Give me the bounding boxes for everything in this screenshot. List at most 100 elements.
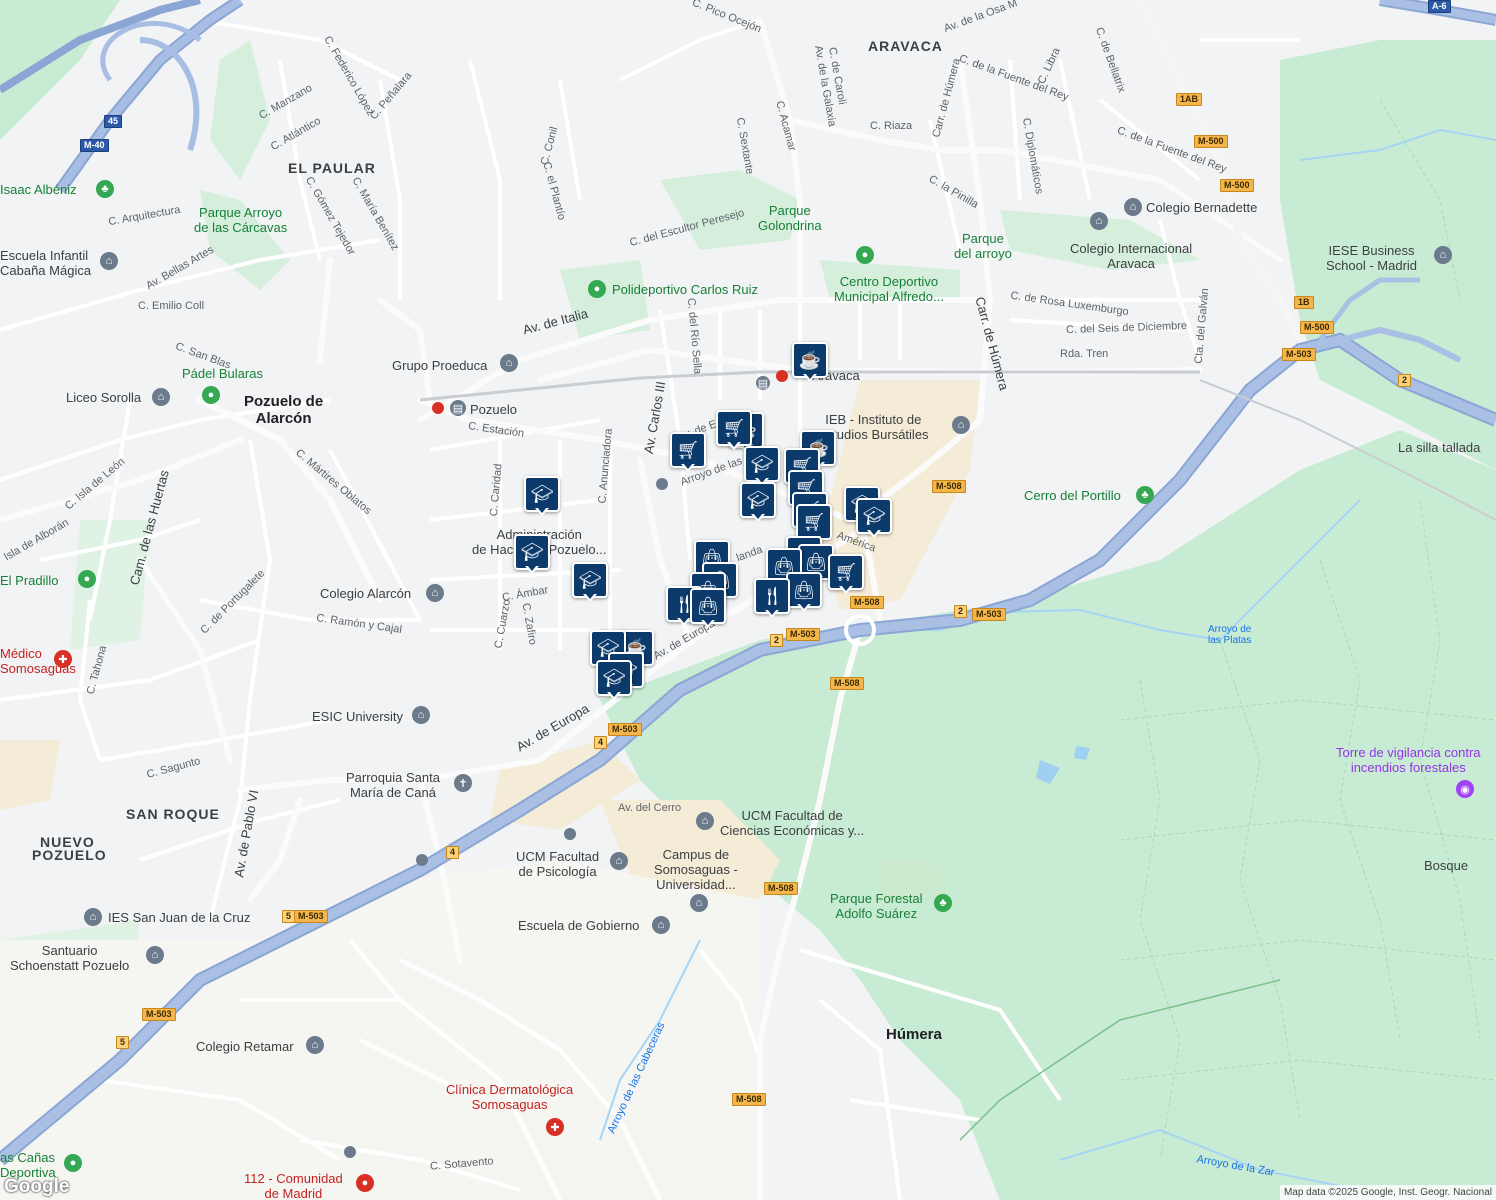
school-icon[interactable]: ⌂ — [426, 584, 444, 602]
education-marker[interactable]: 🎓︎ — [740, 482, 776, 522]
school-icon[interactable]: ⌂ — [1124, 198, 1142, 216]
hospital-icon[interactable]: ✚ — [546, 1118, 564, 1136]
road-shield: 45 — [104, 115, 123, 128]
train-station-icon[interactable] — [432, 402, 444, 414]
poi-label-clinica-dermatologica[interactable]: Clínica Dermatológica Somosaguas — [446, 1082, 573, 1112]
poi-label-ies-san-juan[interactable]: IES San Juan de la Cruz — [108, 910, 250, 925]
education-marker[interactable]: 🎓︎ — [524, 476, 560, 516]
map-attribution[interactable]: Map data ©2025 Google, Inst. Geogr. Naci… — [1279, 1185, 1496, 1200]
marker-tip — [609, 691, 619, 697]
bus-stop-icon[interactable] — [564, 828, 576, 840]
poi-label-colegio-bernadette[interactable]: Colegio Bernadette — [1146, 200, 1257, 215]
poi-label-112[interactable]: 112 - Comunidad de Madrid — [244, 1171, 343, 1200]
poi-line: María de Caná — [349, 785, 436, 800]
marker-tip — [753, 513, 763, 519]
poi-label-silla-tallada[interactable]: La silla tallada — [1398, 440, 1480, 455]
poi-label-parque-del-arroyo[interactable]: Parque del arroyo — [954, 231, 1012, 261]
church-icon[interactable]: ✝ — [454, 774, 472, 792]
education-marker[interactable]: 🎓︎ — [856, 498, 892, 538]
school-icon[interactable]: ⌂ — [690, 894, 708, 912]
train-station-icon[interactable] — [776, 370, 788, 382]
sports-icon[interactable]: ● — [64, 1154, 82, 1172]
poi-label-el-pradillo[interactable]: El Pradillo — [0, 573, 59, 588]
town-line2: Alarcón — [255, 410, 312, 427]
poi-label-ucm-psicologia[interactable]: UCM Facultad de Psicología — [516, 849, 599, 879]
poi-line: Municipal Alfredo... — [834, 289, 944, 304]
poi-label-centro-deportivo[interactable]: Centro Deportivo Municipal Alfredo... — [834, 274, 944, 304]
poi-label-santuario[interactable]: Santuario Schoenstatt Pozuelo — [10, 943, 129, 973]
road-shield: M-503 — [972, 608, 1006, 621]
poi-label-colegio-internacional[interactable]: Colegio Internacional Aravaca — [1070, 241, 1192, 271]
school-icon[interactable]: ⌂ — [952, 416, 970, 434]
education-marker[interactable]: 🎓︎ — [514, 534, 550, 574]
poi-label-parque-arroyo[interactable]: Parque Arroyo de las Cárcavas — [194, 205, 287, 235]
poi-label-escuela-gobierno[interactable]: Escuela de Gobierno — [518, 918, 639, 933]
bus-stop-icon[interactable] — [656, 478, 668, 490]
school-icon[interactable]: ⌂ — [152, 388, 170, 406]
map-canvas[interactable]: ARAVACA EL PAULAR SAN ROQUE NUEVO POZUEL… — [0, 0, 1496, 1200]
landmark-icon[interactable]: ◉ — [1456, 780, 1474, 798]
poi-label-pozuelo-station[interactable]: Pozuelo — [470, 402, 517, 417]
poi-label-polideportivo[interactable]: Polideportivo Carlos Ruiz — [612, 282, 758, 297]
metro-icon[interactable]: ▤ — [450, 400, 466, 416]
poi-label-parque-forestal[interactable]: Parque Forestal Adolfo Suárez — [830, 891, 923, 921]
poi-label-bosque[interactable]: Bosque — [1424, 858, 1468, 873]
poi-label-esic[interactable]: ESIC University — [312, 709, 403, 724]
poi-label-torre-vigilancia[interactable]: Torre de vigilancia contra incendios for… — [1336, 745, 1481, 775]
road-shield: M-500 — [1194, 135, 1228, 148]
school-icon[interactable]: ⌂ — [100, 252, 118, 270]
sports-icon[interactable]: ● — [588, 280, 606, 298]
sports-icon[interactable]: ● — [78, 570, 96, 588]
poi-label-grupo-proeduca[interactable]: Grupo Proeduca — [392, 358, 487, 373]
poi-label-ucm-economicas[interactable]: UCM Facultad de Ciencias Económicas y... — [720, 808, 864, 838]
poi-label-iese[interactable]: IESE Business School - Madrid — [1326, 243, 1417, 273]
education-marker[interactable]: 🎓︎ — [744, 446, 780, 486]
road-shield: 4 — [594, 736, 608, 749]
poi-label-colegio-alarcon[interactable]: Colegio Alarcón — [320, 586, 411, 601]
metro-icon[interactable]: ▤ — [756, 376, 770, 390]
sports-icon[interactable]: ● — [856, 246, 874, 264]
emergency-icon[interactable]: ● — [356, 1174, 374, 1192]
school-icon[interactable]: ⌂ — [500, 354, 518, 372]
poi-label-liceo-sorolla[interactable]: Liceo Sorolla — [66, 390, 141, 405]
school-icon[interactable]: ⌂ — [306, 1036, 324, 1054]
hospital-icon[interactable]: ✚ — [54, 650, 72, 668]
bus-stop-icon[interactable] — [344, 1146, 356, 1158]
shopping-cart-marker[interactable]: 🛒︎ — [670, 432, 706, 472]
poi-line: Escuela Infantil — [0, 248, 89, 263]
school-icon[interactable]: ⌂ — [696, 812, 714, 830]
school-icon[interactable]: ⌂ — [412, 706, 430, 724]
park-icon[interactable]: ♣ — [96, 180, 114, 198]
restaurant-marker[interactable]: 🍴︎ — [754, 578, 790, 618]
shopping-bag-marker[interactable]: 👜︎ — [690, 588, 726, 628]
poi-label-parque-golondrina[interactable]: Parque Golondrina — [758, 203, 822, 233]
education-marker[interactable]: 🎓︎ — [596, 660, 632, 700]
school-icon[interactable]: ⌂ — [652, 916, 670, 934]
shopping-cart-marker[interactable]: 🛒︎ — [716, 410, 752, 450]
town-label-pozuelo: Pozuelo de Alarcón — [244, 393, 323, 427]
poi-label-escuela-infantil[interactable]: Escuela Infantil Cabaña Mágica — [0, 248, 91, 278]
shopping-bag-marker[interactable]: 👜︎ — [786, 572, 822, 612]
school-icon[interactable]: ⌂ — [1090, 212, 1108, 230]
bus-stop-icon[interactable] — [416, 854, 428, 866]
poi-label-isaac-albeniz[interactable]: Isaac Albéniz — [0, 182, 77, 197]
park-icon[interactable]: ♣ — [934, 894, 952, 912]
poi-line: Colegio Internacional — [1070, 241, 1193, 256]
road-shield: M-503 — [608, 723, 642, 736]
poi-label-colegio-retamar[interactable]: Colegio Retamar — [196, 1039, 294, 1054]
church-icon[interactable]: ⌂ — [146, 946, 164, 964]
sports-icon[interactable]: ● — [202, 386, 220, 404]
education-marker[interactable]: 🎓︎ — [572, 562, 608, 602]
school-icon[interactable]: ⌂ — [1434, 246, 1452, 264]
poi-line: Ciencias Económicas y... — [720, 823, 865, 838]
town-label-humera: Húmera — [886, 1026, 942, 1043]
poi-label-padel-bularas[interactable]: Pádel Bularas — [182, 366, 263, 381]
school-icon[interactable]: ⌂ — [84, 908, 102, 926]
poi-label-parroquia[interactable]: Parroquia Santa María de Caná — [346, 770, 440, 800]
poi-label-campus-somosaguas[interactable]: Campus de Somosaguas - Universidad... — [654, 847, 738, 892]
school-icon[interactable]: ⌂ — [610, 852, 628, 870]
shopping-cart-marker[interactable]: 🛒︎ — [828, 554, 864, 594]
poi-label-cerro-portillo[interactable]: Cerro del Portillo — [1024, 488, 1121, 503]
cafe-marker[interactable]: ☕ — [792, 342, 828, 382]
park-icon[interactable]: ♣ — [1136, 486, 1154, 504]
